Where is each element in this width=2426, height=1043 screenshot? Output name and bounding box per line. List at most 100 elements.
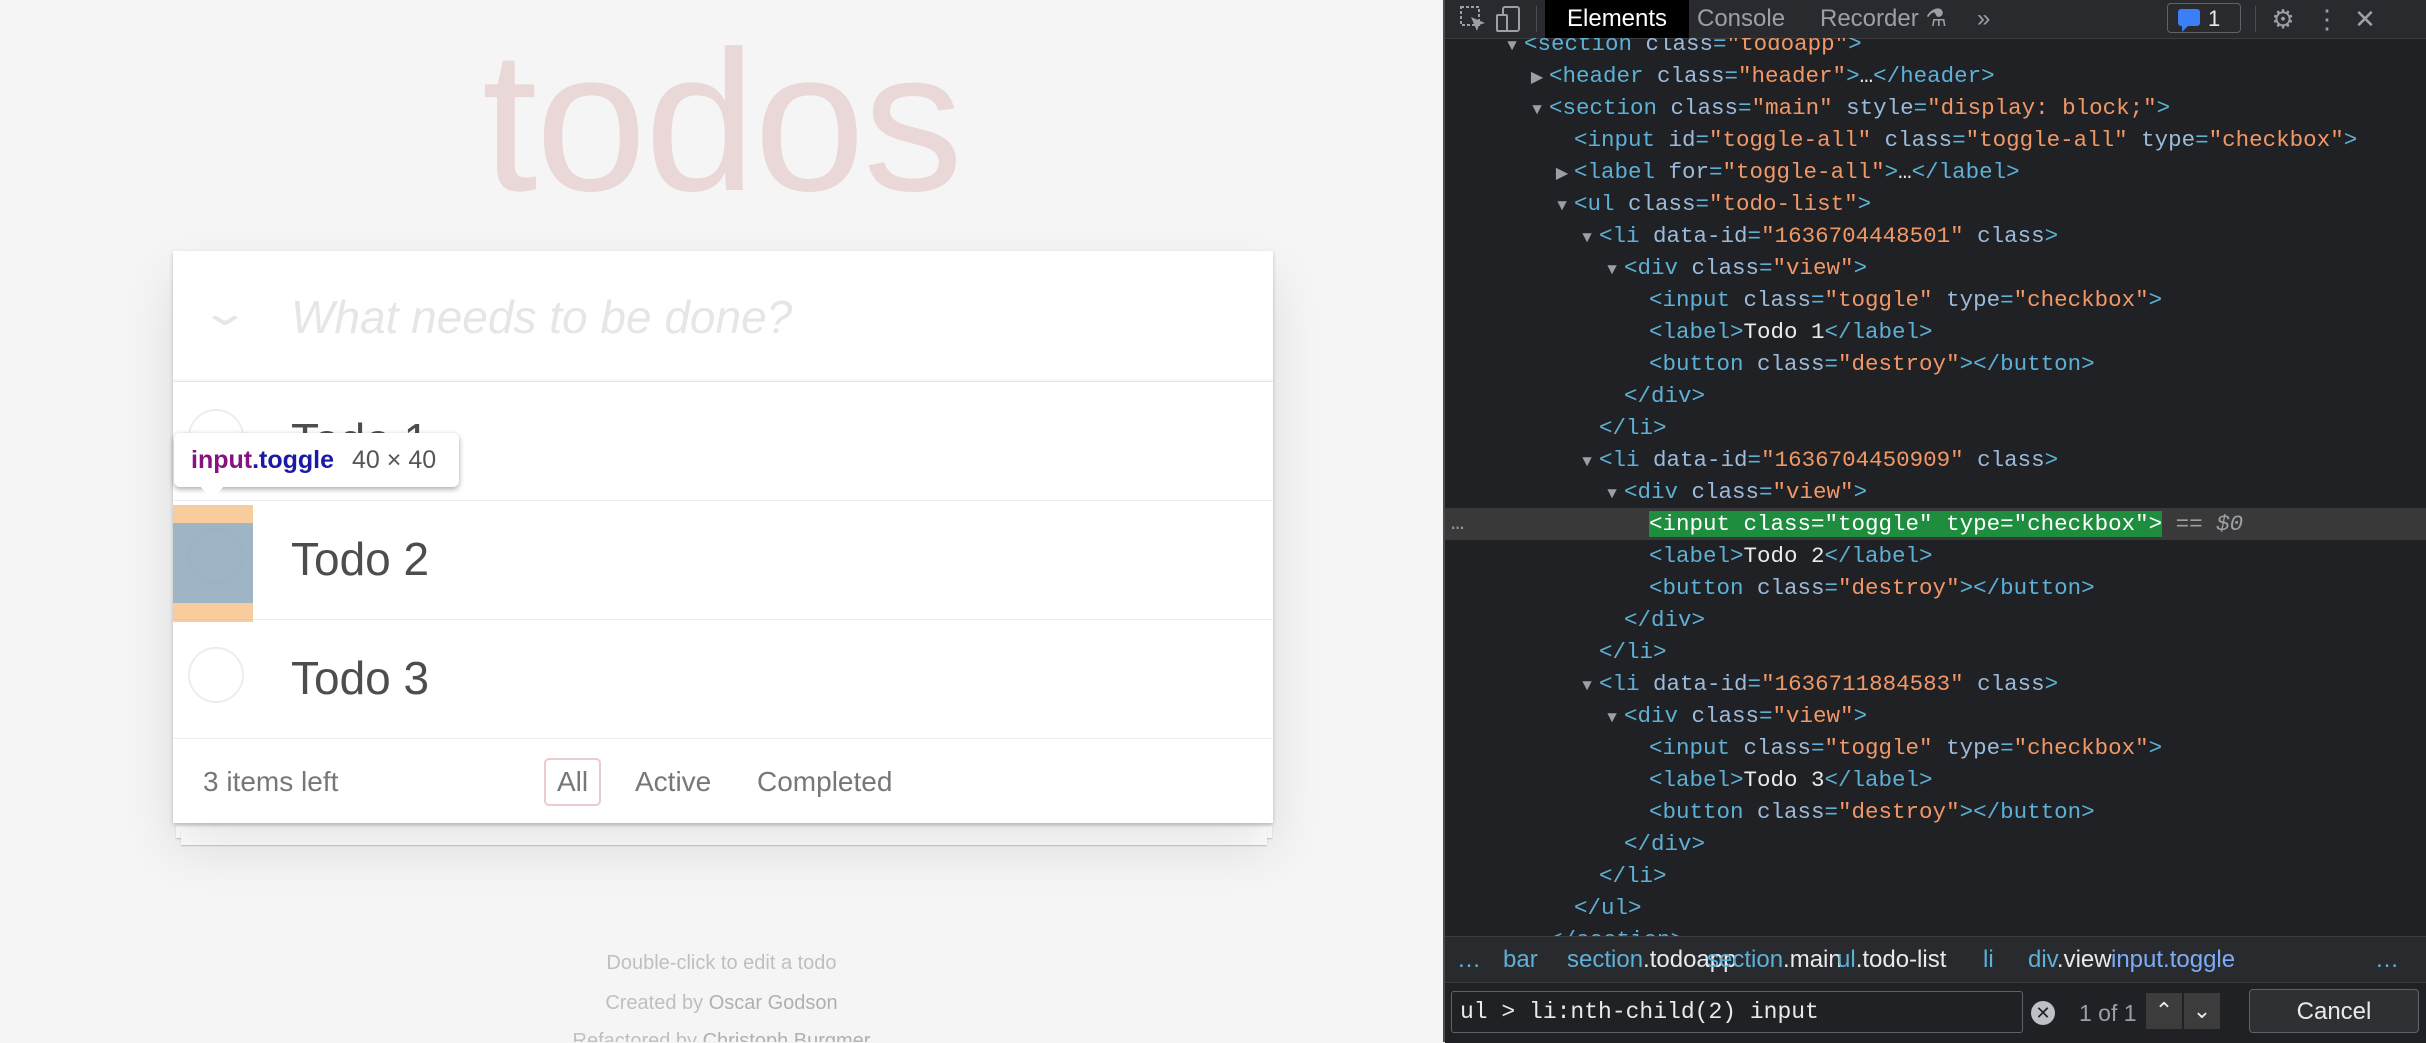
- dom-node[interactable]: ▶ <label for="toggle-all">…</label>: [1445, 156, 2426, 188]
- close-icon[interactable]: ✕: [2349, 3, 2381, 35]
- dom-node[interactable]: ▼ <div class="view">: [1445, 700, 2426, 732]
- breadcrumb-item[interactable]: input.toggle: [2111, 937, 2235, 983]
- dom-node-markup: </div>: [1624, 607, 1705, 633]
- todo-toggle-checkbox[interactable]: [188, 647, 244, 703]
- dom-node[interactable]: <input id="toggle-all" class="toggle-all…: [1445, 124, 2426, 156]
- tooltip-size: 40 × 40: [352, 446, 437, 474]
- previous-match-button[interactable]: ⌃: [2146, 993, 2182, 1029]
- dom-node[interactable]: ▼ <section class="todoapp">: [1445, 38, 2426, 60]
- expand-arrow-icon[interactable]: ▼: [1575, 222, 1599, 254]
- dom-node[interactable]: </ul>: [1445, 892, 2426, 924]
- markup-val: "main": [1751, 95, 1833, 121]
- breadcrumb-item[interactable]: ul.todo-list: [1837, 937, 1946, 983]
- markup-tag: =: [1759, 703, 1773, 729]
- cancel-search-button[interactable]: Cancel: [2249, 989, 2419, 1033]
- markup-attr: class: [1678, 703, 1760, 729]
- dom-tree[interactable]: ▼ <section class="todoapp"> ▶ <header class…: [1445, 38, 2426, 936]
- expand-arrow-icon[interactable]: ▼: [1600, 702, 1624, 734]
- breadcrumb-item[interactable]: div.view: [2028, 937, 2112, 983]
- tab-console[interactable]: Console: [1675, 0, 1807, 38]
- todo-item[interactable]: Todo 3: [173, 620, 1273, 739]
- dom-node[interactable]: ▼ <div class="view">: [1445, 476, 2426, 508]
- expand-arrow-icon[interactable]: ▼: [1575, 446, 1599, 478]
- dom-node[interactable]: <input class="toggle" type="checkbox">: [1445, 284, 2426, 316]
- dom-node[interactable]: ▼ <ul class="todo-list">: [1445, 188, 2426, 220]
- dom-node[interactable]: </li>: [1445, 412, 2426, 444]
- dom-node[interactable]: </div>: [1445, 604, 2426, 636]
- markup-tag: ></button>: [1959, 799, 2095, 825]
- expand-arrow-icon[interactable]: ▼: [1600, 478, 1624, 510]
- more-tabs-button[interactable]: »: [1955, 0, 2012, 38]
- filter-all[interactable]: All: [544, 758, 602, 806]
- dom-node[interactable]: </li>: [1445, 860, 2426, 892]
- dom-node[interactable]: </div>: [1445, 828, 2426, 860]
- refactor-author-link[interactable]: Christoph Burgmer: [703, 1030, 871, 1042]
- dom-node[interactable]: ▼ <div class="view">: [1445, 252, 2426, 284]
- dom-node[interactable]: <label>Todo 2</label>: [1445, 540, 2426, 572]
- tab-recorder-label: Recorder: [1820, 5, 1919, 32]
- dom-node-markup: </div>: [1624, 383, 1705, 409]
- node-options-icon[interactable]: …: [1451, 508, 1464, 540]
- markup-val: "destroy": [1838, 575, 1960, 601]
- dom-node[interactable]: <button class="destroy"></button>: [1445, 348, 2426, 380]
- breadcrumb-tag: div: [2028, 946, 2057, 973]
- expand-arrow-icon[interactable]: ▼: [1600, 254, 1624, 286]
- dom-node[interactable]: ▼ <section class="main" style="display: b…: [1445, 92, 2426, 124]
- dom-search-input[interactable]: [1451, 991, 2023, 1033]
- breadcrumb-item[interactable]: bar: [1503, 937, 1538, 983]
- markup-tag: >: [1853, 255, 1868, 281]
- author-link[interactable]: Oscar Godson: [709, 992, 838, 1014]
- expand-arrow-icon[interactable]: ▼: [1525, 94, 1549, 126]
- todo-item[interactable]: Todo 2: [173, 501, 1273, 620]
- dom-node[interactable]: ▼ <li data-id="1636704448501" class>: [1445, 220, 2426, 252]
- breadcrumb-tag: input: [2111, 946, 2164, 973]
- filter-active[interactable]: Active: [622, 758, 724, 806]
- dom-node[interactable]: <button class="destroy"></button>: [1445, 796, 2426, 828]
- expand-arrow-icon[interactable]: ▼: [1550, 190, 1574, 222]
- breadcrumb-item[interactable]: …: [2375, 937, 2399, 983]
- dom-node-markup: </div>: [1624, 831, 1705, 857]
- markup-attr: class: [1657, 95, 1739, 121]
- dom-node[interactable]: <input class="toggle" type="checkbox">: [1445, 732, 2426, 764]
- expand-arrow-icon[interactable]: ▼: [1575, 670, 1599, 702]
- breadcrumb-tag: section: [1707, 946, 1784, 973]
- breadcrumb-item[interactable]: section.main: [1707, 937, 1842, 983]
- inspect-icon[interactable]: [1457, 3, 1489, 35]
- device-toolbar-icon[interactable]: [1493, 3, 1525, 35]
- toggle-all-chevron-icon[interactable]: ⌄: [190, 291, 260, 335]
- issues-button[interactable]: 1: [2167, 3, 2241, 33]
- collapse-arrow-icon[interactable]: ▶: [1550, 158, 1574, 190]
- dom-node[interactable]: </div>: [1445, 380, 2426, 412]
- breadcrumb-item[interactable]: li: [1983, 937, 1994, 983]
- breadcrumb-item[interactable]: …: [1457, 937, 1481, 983]
- dom-node[interactable]: ▼ <li data-id="1636704450909" class>: [1445, 444, 2426, 476]
- dom-node[interactable]: </li>: [1445, 636, 2426, 668]
- more-options-icon[interactable]: ⋮: [2311, 3, 2343, 35]
- new-todo-input[interactable]: [291, 281, 1231, 353]
- items-left-count: 3 items left: [203, 766, 339, 797]
- dom-node[interactable]: <label>Todo 1</label>: [1445, 316, 2426, 348]
- dom-node[interactable]: ▼ <li data-id="1636711884583" class>: [1445, 668, 2426, 700]
- breadcrumb-tag: …: [1457, 946, 1481, 973]
- dom-node[interactable]: </section>: [1445, 924, 2426, 936]
- dom-node-markup: <button class="destroy"></button>: [1649, 351, 2095, 377]
- collapse-arrow-icon[interactable]: ▶: [1525, 62, 1549, 94]
- tab-recorder[interactable]: Recorder ⚗: [1798, 0, 1969, 38]
- markup-attr: class: [1963, 223, 2045, 249]
- filter-completed[interactable]: Completed: [744, 758, 905, 806]
- markup-attr: class: [1743, 799, 1825, 825]
- clear-search-icon[interactable]: ✕: [2031, 1001, 2055, 1025]
- markup-val: "destroy": [1838, 351, 1960, 377]
- next-match-button[interactable]: ⌄: [2184, 993, 2220, 1029]
- breadcrumb-tag: section: [1567, 946, 1644, 973]
- markup-attr: class: [1963, 447, 2045, 473]
- settings-icon[interactable]: ⚙: [2267, 3, 2299, 35]
- dom-node[interactable]: <label>Todo 3</label>: [1445, 764, 2426, 796]
- tab-elements[interactable]: Elements: [1545, 0, 1690, 38]
- expand-arrow-icon[interactable]: ▼: [1500, 38, 1524, 62]
- dom-node[interactable]: ▶ <header class="header">…</header>: [1445, 60, 2426, 92]
- markup-tag: =: [1811, 735, 1825, 761]
- dom-node[interactable]: <button class="destroy"></button>: [1445, 572, 2426, 604]
- dom-node-selected[interactable]: <input class="toggle" type="checkbox"> =…: [1445, 508, 2426, 540]
- markup-attr: for: [1655, 159, 1710, 185]
